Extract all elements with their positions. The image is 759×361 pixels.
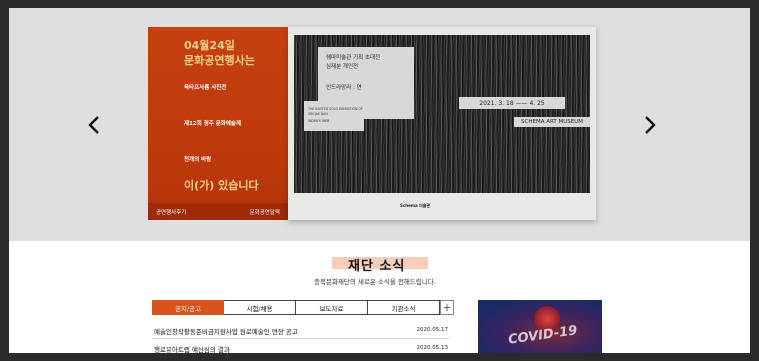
hero-banner: 04월24일 문화공연행사는 육타프사롬 사진전 제12회 청주 문화예술제 천… — [9, 8, 750, 241]
event-headline: 문화공연행사는 — [184, 54, 255, 67]
page-frame: 04월24일 문화공연행사는 육타프사롬 사진전 제12회 청주 문화예술제 천… — [9, 8, 750, 353]
section-title: 재단 소식 — [348, 259, 406, 274]
poster-logo: Schema 미술관 — [400, 203, 431, 208]
covid-thumbnail[interactable]: COVID-19 — [478, 300, 602, 353]
exhibition-poster[interactable]: 쉐마미술관 기획 초대전 심재분 개인전 인드라망라 : 연 THE INVIT… — [288, 27, 596, 220]
tab-notice[interactable]: 공지/공고 — [152, 300, 224, 315]
poster-title: 심재분 개인전 — [326, 64, 359, 70]
poster-english-text: SIM JAE BUN — [308, 112, 328, 116]
list-item[interactable]: 행로유아트랩 예산심의 결과 2020.05.13 — [152, 342, 450, 353]
event-card-footer: 공연행사후기 문화공연달력 — [148, 203, 288, 220]
poster-artwork: 쉐마미술관 기획 초대전 심재분 개인전 인드라망라 : 연 THE INVIT… — [294, 35, 590, 193]
next-slide-button[interactable] — [637, 112, 663, 138]
news-item-date: 2020.05.17 — [416, 327, 449, 333]
news-item-title[interactable]: 행로유아트랩 예산심의 결과 — [154, 344, 230, 353]
poster-subtitle: 인드라망라 : 연 — [326, 85, 362, 91]
poster-english-text: THE INVITED SOLO EXHIBITION OF — [308, 107, 363, 111]
poster-museum-name: SCHEMA ART MUSEUM — [521, 119, 583, 125]
list-item[interactable]: 예술인창작활동준비금지원사업 원로예술인 연장 공고 2020.05.17 — [152, 324, 450, 339]
event-item[interactable]: 제12회 청주 문화예술제 — [184, 119, 241, 127]
section-subtitle: 충북문화재단의 새로운 소식을 전해드립니다. — [314, 278, 436, 286]
more-button[interactable]: + — [440, 300, 454, 315]
news-tabs: 공지/공고 시험/채용 보도자료 기관소식 + — [152, 300, 454, 315]
poster-english-text: INDRA'S WEB — [308, 119, 330, 123]
prev-slide-button[interactable] — [81, 112, 107, 138]
chevron-right-icon — [645, 116, 656, 134]
poster-date-box: 2021. 3. 18 —— 4. 25 — [459, 97, 565, 109]
news-item-date: 2020.05.13 — [416, 345, 449, 351]
poster-english-panel: THE INVITED SOLO EXHIBITION OF SIM JAE B… — [304, 101, 364, 131]
poster-museum-box: SCHEMA ART MUSEUM — [514, 117, 590, 127]
event-item[interactable]: 천개의 바람 — [184, 155, 211, 163]
poster-dates: 2021. 3. 18 —— 4. 25 — [479, 99, 545, 107]
event-tail-text: 이(가) 있습니다 — [184, 179, 259, 192]
poster-footer: Schema 미술관 — [294, 197, 590, 215]
news-item-title[interactable]: 예술인창작활동준비금지원사업 원로예술인 연장 공고 — [154, 326, 298, 336]
event-calendar-link[interactable]: 문화공연달력 — [250, 208, 280, 216]
event-review-link[interactable]: 공연행사후기 — [156, 208, 186, 216]
event-card[interactable]: 04월24일 문화공연행사는 육타프사롬 사진전 제12회 청주 문화예술제 천… — [148, 27, 288, 220]
event-item[interactable]: 육타프사롬 사진전 — [184, 83, 226, 91]
poster-title: 쉐마미술관 기획 초대전 — [326, 55, 381, 61]
tab-recruit[interactable]: 시험/채용 — [224, 300, 296, 315]
tab-agency-news[interactable]: 기관소식 — [368, 300, 440, 315]
tab-press[interactable]: 보도자료 — [296, 300, 368, 315]
event-date: 04월24일 — [184, 39, 235, 52]
thumbnail-caption: COVID-19 — [507, 323, 579, 348]
chevron-left-icon — [88, 116, 99, 134]
